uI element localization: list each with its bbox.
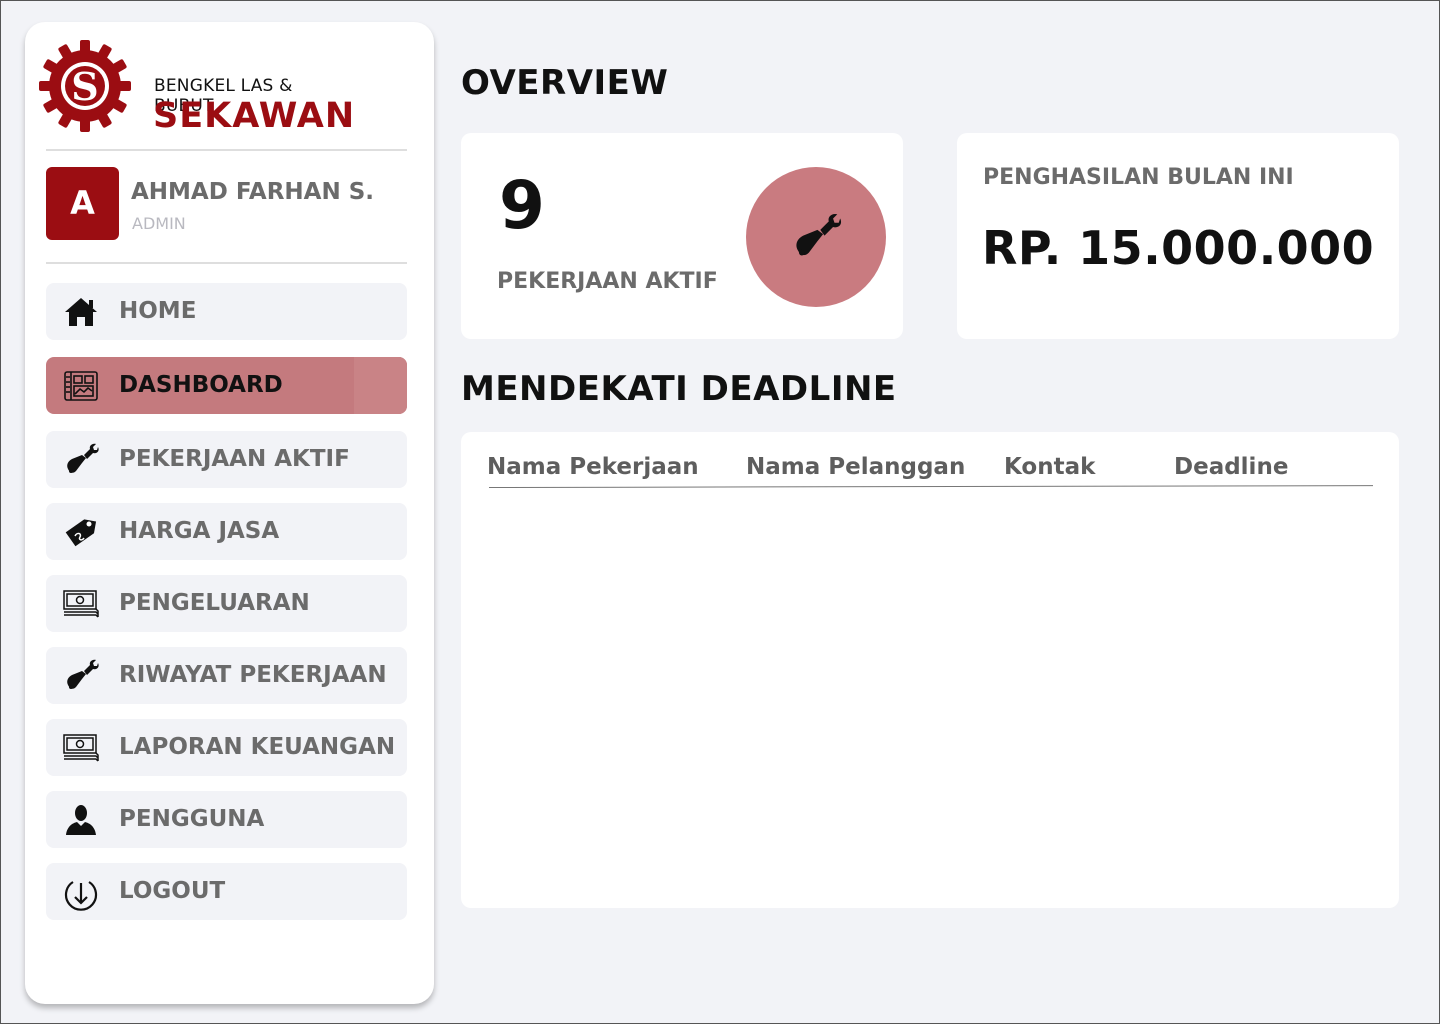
wrench-hand-icon [62,657,100,695]
sidebar-item-label: RIWAYAT PEKERJAAN [119,662,387,688]
active-jobs-count: 9 [499,167,545,244]
user-name: AHMAD FARHAN S. [131,179,375,205]
avatar: A [46,167,119,240]
sidebar-item-pengguna[interactable]: PENGGUNA [46,791,407,848]
overview-title: OVERVIEW [461,63,669,103]
column-header-deadline: Deadline [1174,454,1289,480]
price-tag-icon [62,513,100,551]
user-profile[interactable]: A AHMAD FARHAN S. ADMIN [46,167,407,241]
money-stack-icon [62,585,100,623]
logo-letter: S [71,64,98,109]
sidebar-item-laporan-keuangan[interactable]: LAPORAN KEUANGAN [46,719,407,776]
income-card: PENGHASILAN BULAN INI RP. 15.000.000 [957,133,1399,339]
column-header-nama-pekerjaan: Nama Pekerjaan [487,454,699,480]
column-header-nama-pelanggan: Nama Pelanggan [746,454,966,480]
sidebar-item-label: PEKERJAAN AKTIF [119,446,350,472]
sidebar-item-home[interactable]: HOME [46,283,407,340]
income-value: RP. 15.000.000 [982,221,1375,275]
sidebar-item-riwayat-pekerjaan[interactable]: RIWAYAT PEKERJAAN [46,647,407,704]
gear-logo-icon: S [39,40,131,132]
money-stack-icon [62,729,100,767]
active-indicator [354,357,407,414]
user-role: ADMIN [132,214,186,233]
sidebar-item-pengeluaran[interactable]: PENGELUARAN [46,575,407,632]
column-header-kontak: Kontak [1004,454,1096,480]
divider [46,149,407,151]
divider [46,262,407,264]
sidebar-item-label: LOGOUT [119,878,226,904]
active-jobs-card[interactable]: 9 PEKERJAAN AKTIF [461,133,903,339]
deadline-title: MENDEKATI DEADLINE [461,369,897,409]
active-jobs-label: PEKERJAAN AKTIF [497,269,718,294]
brand-logo[interactable]: S BENGKEL LAS & BUBUT SEKAWAN [37,38,357,136]
sidebar-item-label: HOME [119,298,197,324]
dashboard-icon [62,367,100,405]
sidebar-item-label: DASHBOARD [119,372,283,398]
table-header-divider [488,485,1373,488]
sidebar-item-logout[interactable]: LOGOUT [46,863,407,920]
deadline-table: Nama Pekerjaan Nama Pelanggan Kontak Dea… [461,432,1399,908]
sidebar-item-label: PENGELUARAN [119,590,310,616]
home-icon [62,293,100,331]
wrench-hand-icon [796,213,842,256]
sidebar-item-label: LAPORAN KEUANGAN [119,734,396,760]
wrench-hand-icon [62,441,100,479]
logout-icon [62,873,100,911]
sidebar-item-label: PENGGUNA [119,806,265,832]
brand-name: SEKAWAN [153,96,356,136]
sidebar: S BENGKEL LAS & BUBUT SEKAWAN A AHMAD FA… [25,22,434,1004]
sidebar-item-harga-jasa[interactable]: HARGA JASA [46,503,407,560]
sidebar-item-pekerjaan-aktif[interactable]: PEKERJAAN AKTIF [46,431,407,488]
user-icon [62,801,100,839]
sidebar-item-label: HARGA JASA [119,518,280,544]
active-jobs-badge [746,167,886,307]
income-label: PENGHASILAN BULAN INI [983,165,1294,190]
sidebar-item-dashboard[interactable]: DASHBOARD [46,357,407,414]
